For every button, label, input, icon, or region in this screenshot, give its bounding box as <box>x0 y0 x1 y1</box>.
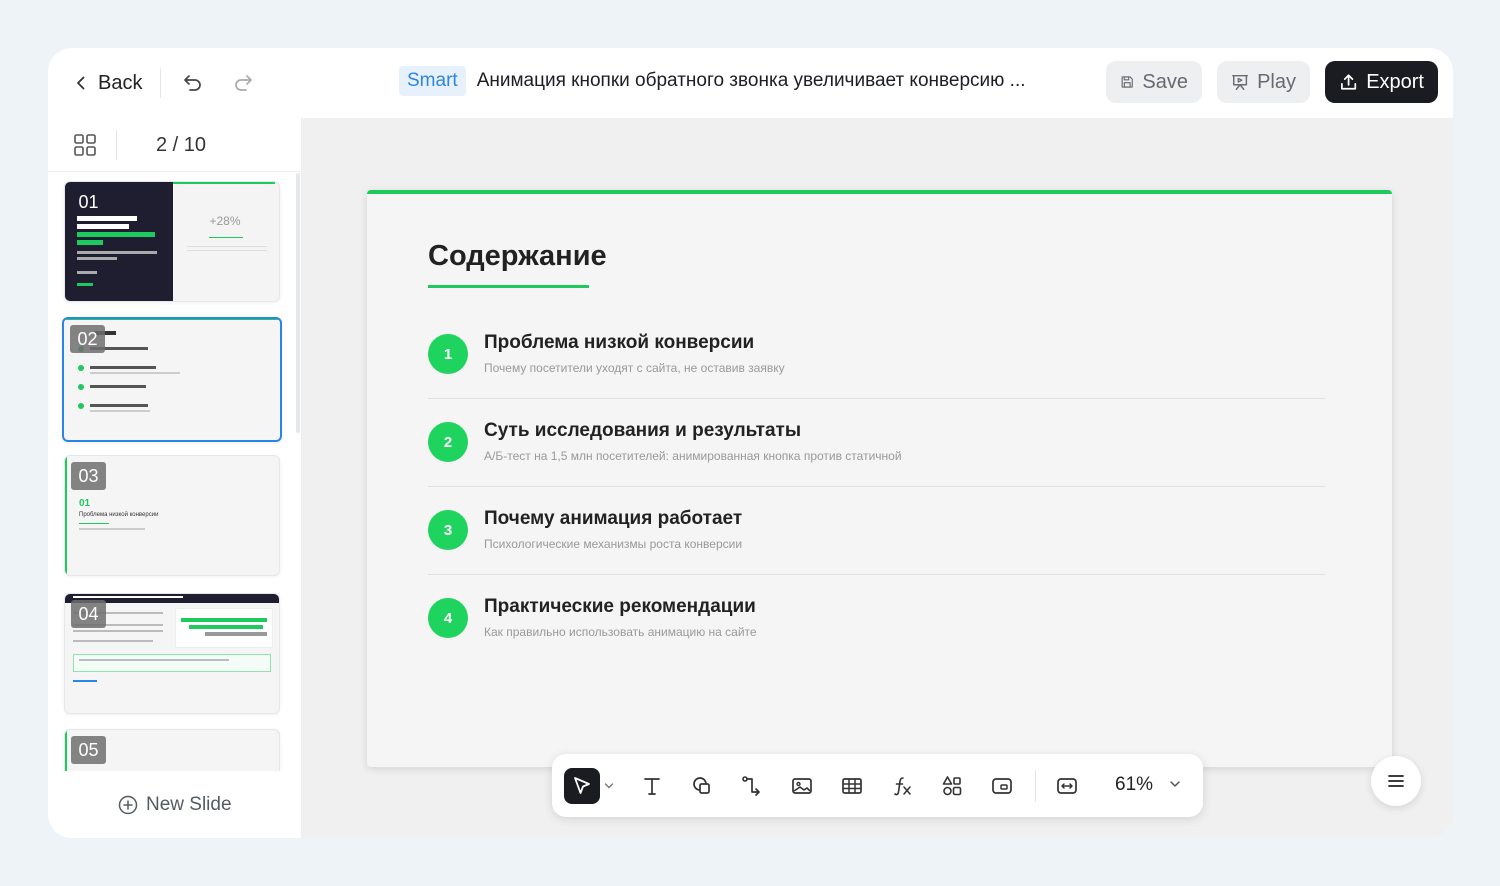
export-button[interactable]: Export <box>1325 61 1438 103</box>
agenda-divider <box>428 574 1326 575</box>
thumb-section-number: 01 <box>79 498 91 509</box>
media-tool[interactable] <box>984 768 1020 804</box>
back-label: Back <box>98 71 143 94</box>
agenda-divider <box>428 486 1326 487</box>
agenda-title: Проблема низкой конверсии <box>484 332 755 353</box>
agenda-subtitle: Психологические механизмы роста конверси… <box>484 537 743 551</box>
agenda-number-badge: 2 <box>428 422 468 462</box>
formula-tool[interactable] <box>884 768 920 804</box>
presentation-icon <box>1232 74 1249 90</box>
select-tool-icon <box>574 777 590 794</box>
redo-icon <box>235 75 252 91</box>
agenda-title: Суть исследования и результаты <box>484 420 802 441</box>
thumb-section-title: Проблема низкой конверсии <box>79 512 159 518</box>
thumb-number: 03 <box>71 462 106 490</box>
text-tool[interactable] <box>634 768 670 804</box>
slide-thumbnail-1[interactable]: +28% 01 <box>64 181 280 302</box>
slide-thumbnail-list[interactable]: +28% 01 02 01 Проблема низкой конверсии … <box>48 173 301 771</box>
image-tool[interactable] <box>784 768 820 804</box>
current-slide[interactable]: Содержание 1 Проблема низкой конверсии П… <box>367 190 1392 767</box>
elements-tool-icon <box>942 776 962 796</box>
connector-tool[interactable] <box>734 768 770 804</box>
divider <box>1035 770 1036 802</box>
chevron-down-icon[interactable] <box>604 782 614 790</box>
image-tool-icon <box>792 778 812 794</box>
redo-button[interactable] <box>229 69 257 97</box>
agenda-item[interactable]: 3 Почему анимация работает Психологическ… <box>428 508 1328 596</box>
slide-thumbnail-2[interactable]: 02 <box>62 317 282 442</box>
agenda-number-badge: 3 <box>428 510 468 550</box>
divider <box>160 68 161 98</box>
thumb-number: 05 <box>71 736 106 764</box>
editing-toolbar: 61% <box>552 754 1203 817</box>
menu-button[interactable] <box>1371 756 1421 806</box>
shape-tool-icon <box>693 777 710 794</box>
grid-view-icon[interactable] <box>72 132 98 158</box>
slide-thumbnail-4[interactable]: 04 <box>64 593 280 714</box>
save-button[interactable]: Save <box>1106 61 1202 103</box>
chevron-down-icon[interactable] <box>1167 776 1183 792</box>
upload-icon <box>1341 74 1357 90</box>
slide-title[interactable]: Содержание <box>428 240 607 273</box>
hamburger-icon <box>1388 775 1404 787</box>
agenda-subtitle: Как правильно использовать анимацию на с… <box>484 625 757 639</box>
agenda-item[interactable]: 1 Проблема низкой конверсии Почему посет… <box>428 332 1328 420</box>
agenda-item[interactable]: 4 Практические рекомендации Как правильн… <box>428 596 1328 684</box>
play-button[interactable]: Play <box>1217 61 1310 103</box>
play-label: Play <box>1257 70 1296 93</box>
table-tool[interactable] <box>834 768 870 804</box>
app-window: Back Smart Анимация кнопки обратного зво… <box>48 48 1453 838</box>
zoom-level[interactable]: 61% <box>1115 774 1153 796</box>
plus-circle-icon <box>118 795 138 815</box>
editor-canvas[interactable]: Содержание 1 Проблема низкой конверсии П… <box>302 118 1453 838</box>
slide-thumbnail-5[interactable]: 05 <box>64 729 280 771</box>
connector-tool-icon <box>742 776 760 796</box>
agenda-subtitle: А/Б-тест на 1,5 млн посетителей: анимиро… <box>484 449 902 463</box>
thumb-number: 01 <box>71 188 106 216</box>
thumb-stat: +28% <box>209 214 241 228</box>
thumb-number: 04 <box>71 600 106 628</box>
table-tool-icon <box>842 778 862 794</box>
smart-badge: Smart <box>399 66 466 96</box>
agenda-title: Практические рекомендации <box>484 596 756 617</box>
elements-tool[interactable] <box>934 768 970 804</box>
document-title-area: Smart Анимация кнопки обратного звонка у… <box>399 66 1026 96</box>
chevron-left-icon <box>77 76 85 90</box>
formula-tool-icon <box>894 777 911 796</box>
slides-sidebar: 2 / 10 +28% 01 02 01 Проблема низкой кон… <box>48 118 302 838</box>
top-bar: Back Smart Анимация кнопки обратного зво… <box>48 48 1453 118</box>
agenda-divider <box>428 398 1326 399</box>
thumb-number: 02 <box>70 325 105 353</box>
divider <box>116 130 117 160</box>
agenda-title: Почему анимация работает <box>484 508 743 529</box>
select-tool[interactable] <box>564 768 600 804</box>
text-tool-icon <box>644 778 660 795</box>
page-counter: 2 / 10 <box>156 134 207 156</box>
title-underline <box>428 285 589 288</box>
undo-icon <box>184 75 201 91</box>
save-label: Save <box>1142 70 1188 93</box>
agenda-subtitle: Почему посетители уходят с сайта, не ост… <box>484 361 785 375</box>
agenda-number-badge: 4 <box>428 598 468 638</box>
thumb-text-lines <box>77 216 161 286</box>
fit-width-tool[interactable] <box>1049 768 1085 804</box>
agenda-number-badge: 1 <box>428 334 468 374</box>
save-icon <box>1121 76 1133 88</box>
sidebar-scrollbar[interactable] <box>296 173 300 433</box>
shape-tool[interactable] <box>684 768 720 804</box>
new-slide-button[interactable]: New Slide <box>118 794 232 816</box>
back-button[interactable]: Back <box>74 69 142 97</box>
document-title[interactable]: Анимация кнопки обратного звонка увеличи… <box>477 70 1026 92</box>
slide-accent-bar <box>367 190 1392 194</box>
slide-thumbnail-3[interactable]: 01 Проблема низкой конверсии 03 <box>64 455 280 576</box>
agenda-item[interactable]: 2 Суть исследования и результаты А/Б-тес… <box>428 420 1328 508</box>
thumb-light-panel: +28% <box>173 182 279 301</box>
undo-button[interactable] <box>179 69 207 97</box>
media-tool-icon <box>992 778 1012 794</box>
new-slide-label: New Slide <box>146 794 232 815</box>
sidebar-header: 2 / 10 <box>48 118 301 172</box>
fit-width-icon <box>1057 778 1077 794</box>
export-label: Export <box>1366 70 1424 93</box>
